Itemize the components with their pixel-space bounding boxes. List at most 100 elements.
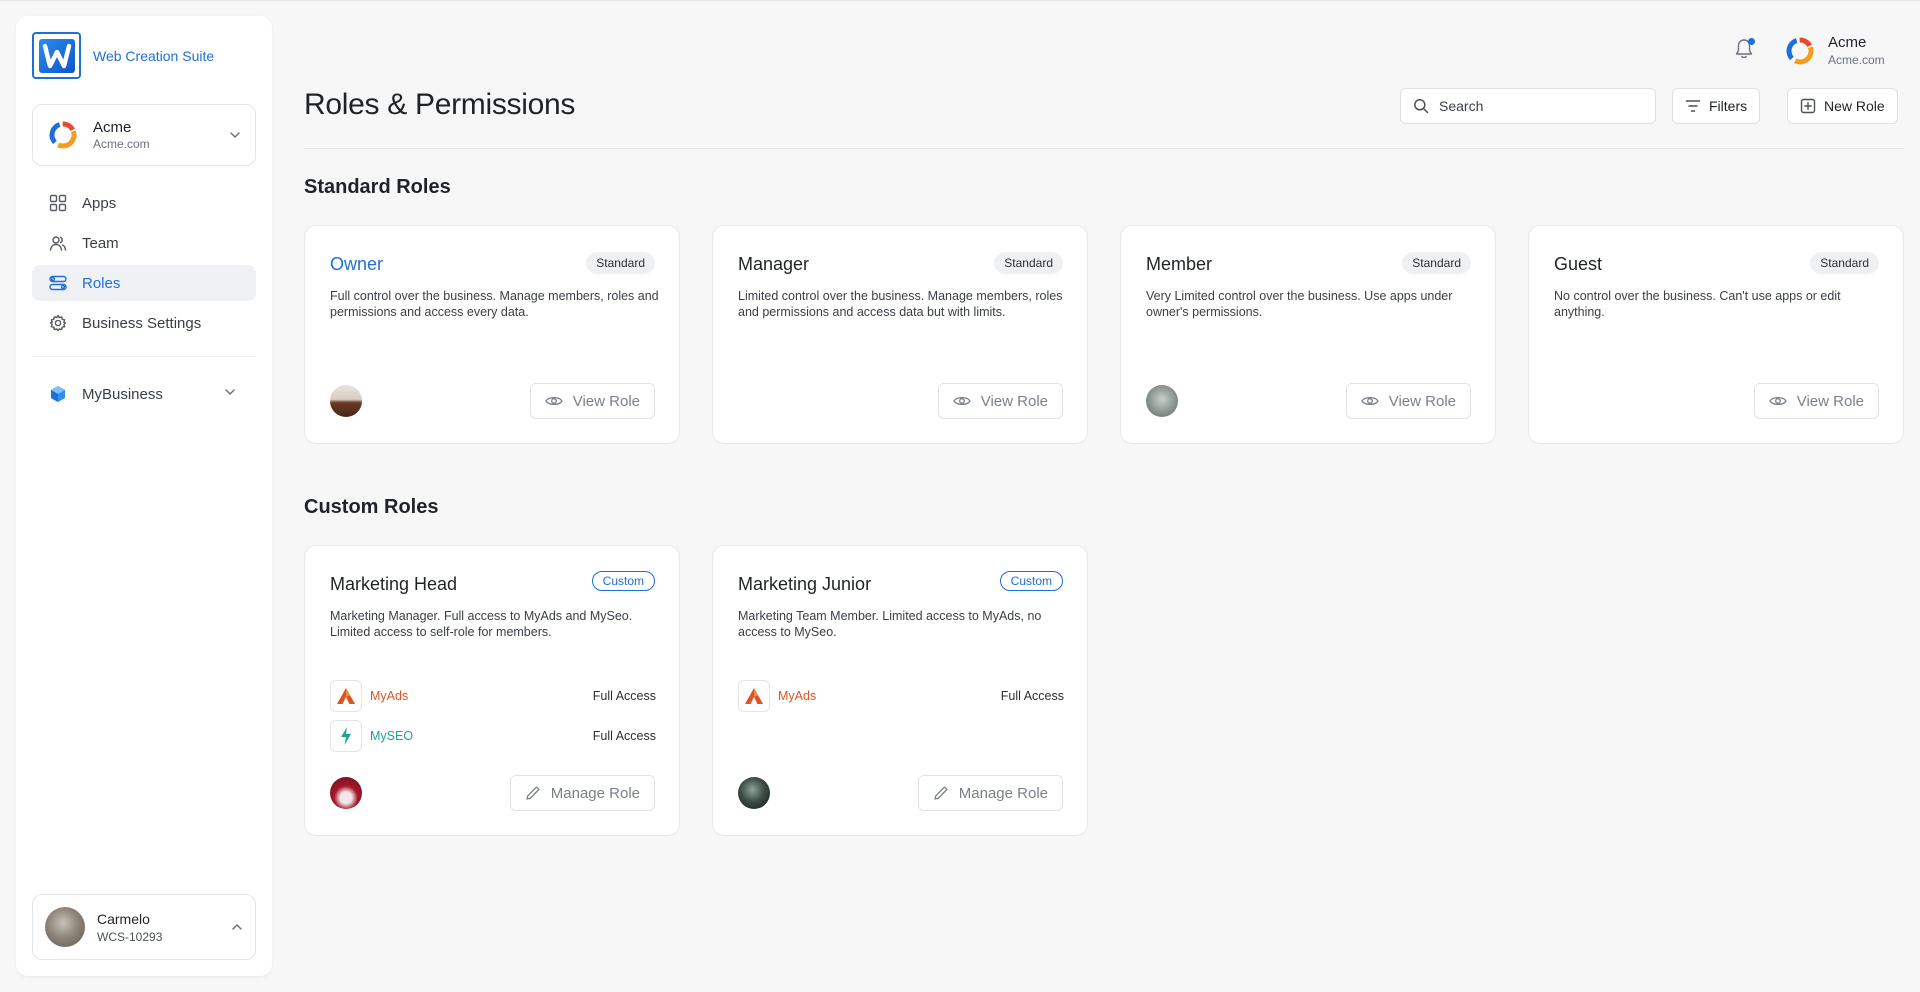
role-title: Guest [1554, 254, 1603, 274]
myads-icon [738, 680, 770, 712]
role-title[interactable]: Owner [330, 254, 383, 275]
role-description: No control over the business. Can't use … [1554, 289, 1841, 319]
view-role-button[interactable]: View Role [529, 383, 655, 419]
acme-logo-icon [49, 121, 77, 149]
role-card-owner: Owner Standard Full control over the bus… [304, 225, 680, 444]
sidebar-item-label: Apps [82, 194, 117, 212]
logo-mark [32, 32, 81, 79]
app-name: MyAds [370, 689, 409, 703]
account-domain: Acme.com [1828, 53, 1885, 67]
roles-icon [48, 273, 68, 293]
role-description: Marketing Manager. Full access to MyAds … [330, 609, 633, 639]
account-menu[interactable]: Acme Acme.com [1784, 34, 1885, 67]
top-border [0, 0, 1920, 1]
view-role-label: View Role [572, 392, 640, 410]
avatar [330, 385, 362, 417]
user-menu[interactable]: Carmelo WCS-10293 [32, 894, 256, 960]
avatar [1146, 385, 1178, 417]
role-description: Limited control over the business. Manag… [738, 289, 1063, 319]
role-card-marketing-head: Marketing Head Custom Marketing Manager.… [304, 545, 680, 836]
chevron-up-icon [232, 923, 242, 930]
sidebar-item-team[interactable]: Team [32, 225, 256, 261]
app-permission-row: MyAds Full Access [330, 680, 656, 712]
sidebar-nav: Apps Team Roles Business Settings [32, 185, 256, 345]
manage-role-button[interactable]: Manage Role [509, 775, 655, 811]
header-divider [304, 148, 1904, 149]
app-name: MySEO [370, 729, 414, 743]
standard-badge: Standard [1402, 252, 1471, 274]
app-permission-row: MyAds Full Access [738, 680, 1064, 712]
avatar [45, 907, 85, 947]
gear-icon [48, 313, 68, 333]
chevron-down-icon [230, 132, 240, 139]
search-input[interactable] [1439, 98, 1639, 114]
manage-role-label: Manage Role [550, 784, 640, 802]
app-access-level: Full Access [592, 689, 656, 703]
standard-badge: Standard [1810, 252, 1879, 274]
custom-badge: Custom [999, 571, 1063, 591]
app-access-level: Full Access [592, 729, 656, 743]
standard-badge: Standard [994, 252, 1063, 274]
sidebar-item-business-settings[interactable]: Business Settings [32, 305, 256, 341]
search-icon [1414, 99, 1429, 114]
filter-icon [1685, 99, 1701, 113]
user-id: WCS-10293 [97, 929, 163, 944]
view-role-button[interactable]: View Role [937, 383, 1063, 419]
chevron-down-icon [225, 389, 235, 396]
role-title: Marketing Junior [738, 574, 872, 594]
pencil-icon [525, 785, 541, 801]
role-description: Very Limited control over the business. … [1146, 289, 1453, 319]
view-role-label: View Role [1796, 392, 1864, 410]
eye-icon [544, 395, 563, 407]
sidebar-item-mybusiness[interactable]: MyBusiness [32, 376, 256, 412]
filters-button[interactable]: Filters [1672, 88, 1761, 124]
w-logo-icon [38, 38, 75, 73]
standard-badge: Standard [586, 252, 655, 274]
sidebar-item-roles[interactable]: Roles [32, 265, 256, 301]
app-name: MyAds [778, 689, 817, 703]
search-box[interactable] [1400, 88, 1656, 124]
page-title: Roles & Permissions [304, 88, 576, 121]
role-card-guest: Guest Standard No control over the busin… [1528, 225, 1904, 444]
sidebar-item-apps[interactable]: Apps [32, 185, 256, 221]
team-icon [48, 233, 68, 253]
manage-role-button[interactable]: Manage Role [917, 775, 1063, 811]
role-title: Member [1146, 254, 1213, 274]
pencil-icon [933, 785, 949, 801]
brand-logo[interactable]: Web Creation Suite [32, 32, 214, 79]
account-name: Acme [1828, 34, 1867, 51]
new-role-label: New Role [1824, 98, 1885, 114]
sidebar-item-label: Team [82, 234, 119, 252]
view-role-label: View Role [980, 392, 1048, 410]
notification-dot [1748, 38, 1755, 45]
org-switcher[interactable]: Acme Acme.com [32, 104, 256, 166]
avatar [330, 777, 362, 809]
cube-icon [48, 384, 68, 404]
org-name: Acme [93, 119, 132, 136]
custom-badge: Custom [591, 571, 655, 591]
apps-grid-icon [48, 193, 68, 213]
role-description: Full control over the business. Manage m… [330, 289, 659, 319]
role-card-marketing-junior: Marketing Junior Custom Marketing Team M… [712, 545, 1088, 836]
view-role-button[interactable]: View Role [1345, 383, 1471, 419]
role-card-manager: Manager Standard Limited control over th… [712, 225, 1088, 444]
role-description: Marketing Team Member. Limited access to… [738, 609, 1042, 639]
eye-icon [952, 395, 971, 407]
sidebar-item-label: Business Settings [82, 314, 202, 332]
view-role-button[interactable]: View Role [1753, 383, 1879, 419]
user-name: Carmelo [97, 910, 150, 927]
eye-icon [1768, 395, 1787, 407]
custom-roles-title: Custom Roles [304, 496, 439, 518]
myseo-icon [330, 720, 362, 752]
app-permission-row: MySEO Full Access [330, 720, 656, 752]
acme-logo-icon [1786, 37, 1814, 64]
filters-label: Filters [1709, 98, 1748, 114]
org-domain: Acme.com [93, 137, 150, 151]
role-title: Marketing Head [330, 574, 458, 594]
sidebar-item-label: MyBusiness [82, 385, 163, 403]
sidebar-divider [32, 356, 256, 357]
avatar [738, 777, 770, 809]
brand-name: Web Creation Suite [93, 47, 215, 64]
sidebar-item-label: Roles [82, 274, 121, 292]
new-role-button[interactable]: New Role [1787, 88, 1898, 124]
